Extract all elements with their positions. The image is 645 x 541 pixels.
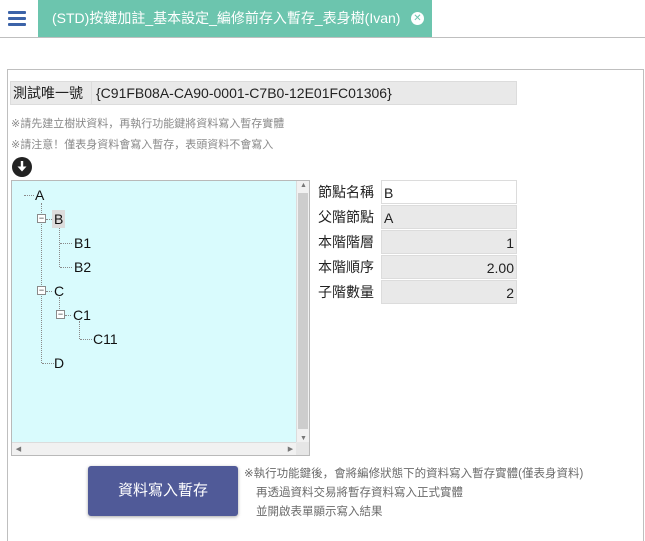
- vertical-scrollbar[interactable]: ▲ ▼: [296, 181, 309, 443]
- scrollbar-corner: [296, 442, 309, 455]
- id-value[interactable]: {C91FB08A-CA90-0001-C7B0-12E01FC01306}: [91, 82, 516, 104]
- tab-title: (STD)按鍵加註_基本設定_編修前存入暫存_表身樹(Ivan): [52, 10, 401, 26]
- note-line-2: ※請注意！僅表身資料會寫入暫存，表頭資料不會寫入: [11, 139, 274, 151]
- scroll-down-icon[interactable]: ▼: [297, 435, 310, 442]
- tab-active[interactable]: (STD)按鍵加註_基本設定_編修前存入暫存_表身樹(Ivan): [38, 0, 432, 37]
- node-name-field[interactable]: B: [381, 180, 517, 204]
- footer-note-2: 再透過資料交易將暫存資料寫入正式實體: [256, 487, 463, 499]
- download-icon[interactable]: [12, 157, 32, 177]
- footer-note-3: 並開啟表單顯示寫入結果: [256, 506, 383, 518]
- tree-node-b2[interactable]: B2: [72, 258, 93, 276]
- tree-node-a[interactable]: A: [33, 186, 46, 204]
- prop-row-parent: 父階節點 A: [317, 205, 517, 230]
- tree-node-c[interactable]: C: [52, 282, 66, 300]
- prop-row-node-name: 節點名稱 B: [317, 180, 517, 205]
- tree-view[interactable]: − − − A B B1 B2 C C1 C11 D ▲ ▼ ◀ ▶: [11, 180, 310, 456]
- id-field-row: 測試唯一號 {C91FB08A-CA90-0001-C7B0-12E01FC01…: [10, 81, 517, 105]
- tree-line: [60, 267, 72, 268]
- tree-line: [41, 203, 42, 363]
- tree-node-c11[interactable]: C11: [91, 330, 120, 348]
- collapse-icon[interactable]: −: [37, 286, 46, 295]
- prop-label: 子階數量: [317, 280, 381, 305]
- save-to-temp-button[interactable]: 資料寫入暫存: [88, 466, 238, 516]
- prop-row-order: 本階順序 2.00: [317, 255, 517, 280]
- scroll-thumb[interactable]: [298, 193, 308, 429]
- prop-label: 本階階層: [317, 230, 381, 255]
- collapse-icon[interactable]: −: [37, 214, 46, 223]
- hamburger-icon[interactable]: [4, 6, 32, 32]
- id-label: 測試唯一號: [13, 85, 83, 101]
- order-field: 2.00: [381, 255, 517, 279]
- prop-row-level: 本階階層 1: [317, 230, 517, 255]
- parent-node-field: A: [381, 205, 517, 229]
- top-bar: (STD)按鍵加註_基本設定_編修前存入暫存_表身樹(Ivan) ✕: [0, 0, 645, 38]
- prop-label: 父階節點: [317, 205, 381, 230]
- tree-node-b[interactable]: B: [52, 210, 66, 228]
- prop-row-children: 子階數量 2: [317, 280, 517, 305]
- horizontal-scrollbar[interactable]: ◀ ▶: [12, 442, 297, 455]
- children-count-field: 2: [381, 280, 517, 304]
- scroll-left-icon[interactable]: ◀: [12, 445, 25, 453]
- tree-node-b1[interactable]: B1: [72, 234, 93, 252]
- close-icon[interactable]: ✕: [411, 12, 424, 25]
- tree-line: [60, 243, 72, 244]
- footer-note-1: ※執行功能鍵後，會將編修狀態下的資料寫入暫存實體(僅表身資料): [244, 468, 584, 480]
- scroll-up-icon[interactable]: ▲: [297, 182, 310, 189]
- level-field: 1: [381, 230, 517, 254]
- tree-node-d[interactable]: D: [52, 354, 66, 372]
- note-line-1: ※請先建立樹狀資料，再執行功能鍵將資料寫入暫存實體: [11, 118, 285, 130]
- prop-label: 本階順序: [317, 255, 381, 280]
- prop-label: 節點名稱: [317, 180, 381, 205]
- collapse-icon[interactable]: −: [56, 310, 65, 319]
- tree-node-c1[interactable]: C1: [71, 306, 93, 324]
- tree-line: [59, 225, 60, 267]
